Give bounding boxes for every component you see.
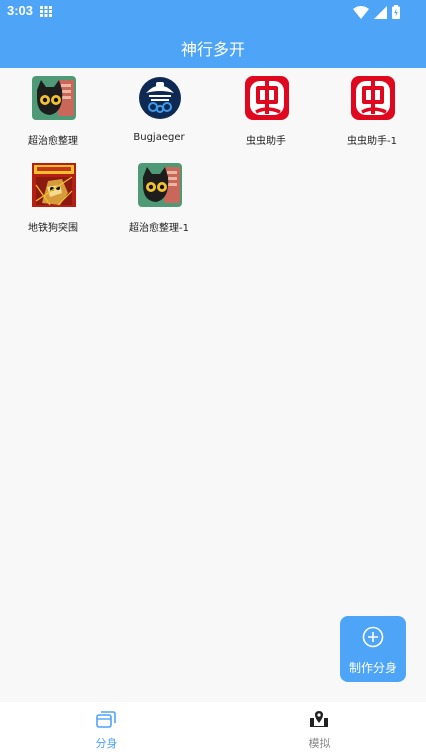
notification-grid-icon xyxy=(40,6,52,17)
tab-simulate-label: 模拟 xyxy=(308,737,331,750)
bugjaeger-icon xyxy=(139,77,181,119)
app-item[interactable]: 虫虫助手-1 xyxy=(319,68,425,150)
app-label: 超治愈整理-1 xyxy=(129,223,189,234)
app-bar: 神行多开 xyxy=(0,24,426,68)
cat-app-icon xyxy=(138,163,182,207)
subway-dog-icon xyxy=(32,163,76,207)
app-item[interactable]: Bugjaeger xyxy=(106,68,212,150)
app-label: 虫虫助手-1 xyxy=(347,136,397,147)
status-time: 3:03 xyxy=(7,3,34,18)
page-title: 神行多开 xyxy=(180,40,245,59)
app-item[interactable]: 地铁狗突围 xyxy=(0,155,106,237)
cat-app-icon xyxy=(32,76,76,120)
app-label: 地铁狗突围 xyxy=(28,223,78,234)
tab-clones[interactable]: 分身 xyxy=(0,702,213,754)
app-item[interactable]: 虫虫助手 xyxy=(213,68,319,150)
signal-icon xyxy=(374,5,387,19)
create-clone-label: 制作分身 xyxy=(348,661,397,675)
app-item[interactable]: 超治愈整理 xyxy=(0,68,106,150)
app-item[interactable]: 超治愈整理-1 xyxy=(106,155,212,237)
battery-icon xyxy=(392,5,400,19)
create-clone-button[interactable]: 制作分身 xyxy=(340,616,406,682)
tab-clones-label: 分身 xyxy=(95,737,118,750)
bottom-nav: 分身 模拟 xyxy=(0,702,426,754)
wifi-icon xyxy=(353,5,369,19)
tab-simulate[interactable]: 模拟 xyxy=(213,702,426,754)
app-label: 虫虫助手 xyxy=(246,136,286,147)
app-label: 超治愈整理 xyxy=(28,136,78,147)
status-bar: 3:03 xyxy=(0,0,426,24)
app-label: Bugjaeger xyxy=(133,132,185,143)
clones-icon xyxy=(96,711,116,728)
plus-circle-icon xyxy=(362,626,384,648)
chongchong-icon xyxy=(245,76,289,120)
location-tray-icon xyxy=(310,711,328,727)
chongchong-icon xyxy=(351,76,395,120)
